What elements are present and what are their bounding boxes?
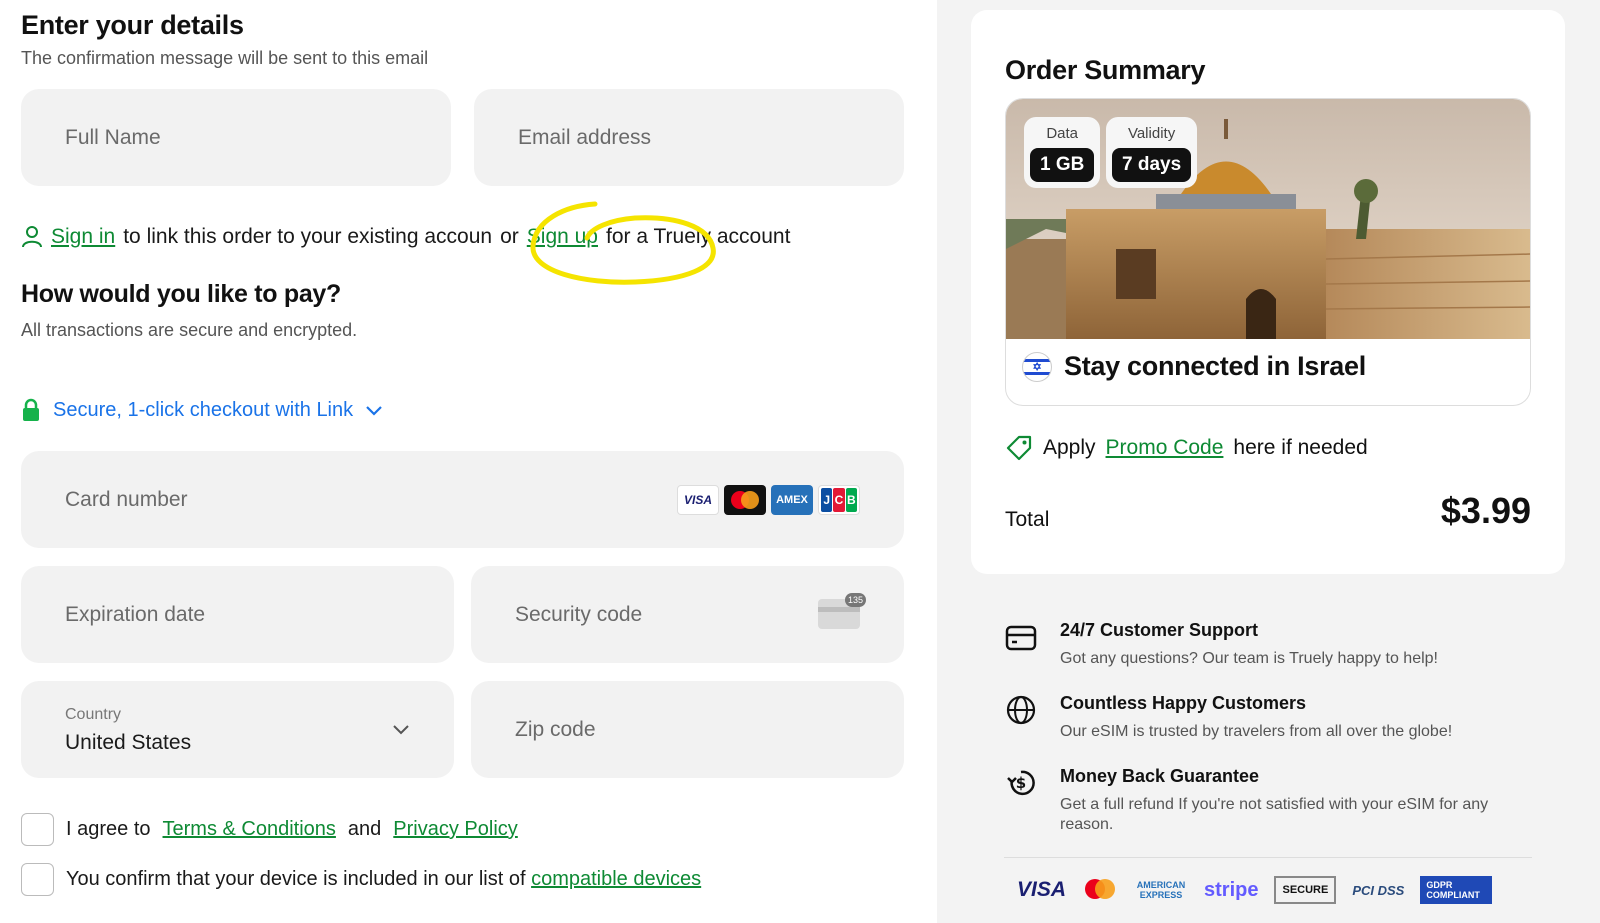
plan-card: Data 1 GB Validity 7 days ✡ Stay connect… [1005, 98, 1531, 406]
sign-in-text: to link this order to your existing acco… [123, 225, 493, 248]
terms-consent-row: I agree to Terms & Conditions and Privac… [21, 813, 518, 846]
promo-row: Apply Promo Code here if needed [1005, 434, 1368, 462]
mastercard-logo [724, 484, 766, 515]
payment-title: How would you like to pay? [21, 280, 341, 308]
link-checkout-toggle[interactable]: Secure, 1-click checkout with Link [21, 398, 383, 422]
terms-link[interactable]: Terms & Conditions [163, 818, 336, 841]
security-code-placeholder: Security code [515, 602, 643, 626]
visa-logo: VISA [677, 484, 719, 515]
or-text: or [500, 225, 519, 248]
divider [1004, 857, 1532, 858]
data-value: 1 GB [1030, 148, 1095, 182]
amex-badge: AMERICAN EXPRESS [1136, 880, 1186, 900]
perk-title: 24/7 Customer Support [1060, 620, 1259, 640]
zip-code-placeholder: Zip code [515, 717, 596, 741]
country-value: United States [65, 731, 192, 754]
perk-title: Money Back Guarantee [1060, 766, 1260, 786]
checkout-form: Enter your details The confirmation mess… [0, 0, 937, 923]
lock-icon [23, 398, 39, 421]
terms-checkbox[interactable] [21, 813, 54, 846]
chevron-down-icon [393, 725, 409, 735]
card-number-field[interactable]: Card number VISA AMEX J C B [21, 451, 904, 548]
link-checkout-label: Secure, 1-click checkout with Link [53, 398, 354, 421]
secure-badge: SECURE [1274, 876, 1337, 904]
validity-chip: Validity 7 days [1106, 117, 1198, 188]
cvc-card-icon: 135 [818, 593, 866, 629]
perk-support: 24/7 Customer Support Got any questions?… [1004, 620, 1505, 669]
plan-caption: ✡ Stay connected in Israel [1022, 351, 1366, 382]
card-number-placeholder: Card number [65, 487, 188, 511]
full-name-placeholder: Full Name [65, 125, 161, 149]
perk-desc: Got any questions? Our team is Truely ha… [1060, 650, 1438, 667]
data-label: Data [1046, 125, 1079, 142]
plan-caption-text: Stay connected in Israel [1064, 351, 1366, 381]
country-select[interactable]: Country United States [21, 681, 454, 778]
highlight-circle-annotation [530, 201, 716, 285]
country-label: Country [65, 706, 122, 723]
perk-customers: Countless Happy Customers Our eSIM is tr… [1004, 693, 1505, 742]
compatible-devices-link[interactable]: compatible devices [531, 868, 701, 890]
cvc-hint: 135 [844, 593, 866, 607]
details-title: Enter your details [21, 10, 244, 40]
globe-icon [1006, 695, 1036, 725]
promo-code-link[interactable]: Promo Code [1106, 436, 1224, 460]
visa-badge: VISA [1017, 878, 1067, 901]
israel-flag-icon: ✡ [1022, 351, 1052, 382]
email-field[interactable]: Email address [474, 89, 904, 186]
total-label: Total [1005, 508, 1050, 531]
privacy-link[interactable]: Privacy Policy [393, 818, 517, 841]
order-summary-card: Order Summary Data 1 GB Validity 7 days … [971, 10, 1565, 574]
chevron-down-icon [366, 406, 382, 416]
user-icon [22, 226, 42, 248]
gdpr-badge: GDPR COMPLIANT [1420, 876, 1493, 904]
total-value: $3.99 [1440, 490, 1531, 531]
mastercard-badge [1082, 876, 1118, 904]
validity-value: 7 days [1112, 148, 1192, 182]
pci-dss-badge: PCI DSS [1352, 882, 1405, 898]
data-chip: Data 1 GB [1024, 117, 1101, 188]
amex-logo: AMEX [771, 484, 813, 515]
sign-in-link[interactable]: Sign in [51, 225, 115, 249]
details-subtitle: The confirmation message will be sent to… [21, 48, 429, 68]
validity-label: Validity [1127, 125, 1176, 142]
payment-subtitle: All transactions are secure and encrypte… [21, 320, 358, 340]
security-code-field[interactable]: Security code 135 [471, 566, 904, 663]
order-summary-title: Order Summary [1005, 55, 1206, 85]
svg-text:$: $ [1016, 774, 1026, 792]
device-consent-row: You confirm that your device is included… [21, 863, 701, 896]
promo-prefix: Apply [1043, 436, 1096, 459]
full-name-field[interactable]: Full Name [21, 89, 451, 186]
perk-guarantee: $ Money Back Guarantee Get a full refund… [1004, 766, 1505, 835]
expiration-placeholder: Expiration date [65, 602, 206, 626]
zip-code-field[interactable]: Zip code [471, 681, 904, 778]
device-checkbox[interactable] [21, 863, 54, 896]
agree-text: I agree to [66, 818, 151, 840]
perk-title: Countless Happy Customers [1060, 693, 1307, 713]
perk-desc: Get a full refund If you're not satisfie… [1060, 796, 1489, 833]
promo-suffix: here if needed [1233, 436, 1368, 459]
expiration-field[interactable]: Expiration date [21, 566, 454, 663]
jcb-logo: J C B [818, 484, 860, 515]
card-brands: VISA AMEX J C B [677, 484, 860, 515]
money-back-icon: $ [1007, 770, 1035, 796]
support-card-icon [1005, 625, 1037, 651]
summary-panel: Order Summary Data 1 GB Validity 7 days … [937, 0, 1600, 923]
device-text: You confirm that your device is included… [66, 868, 702, 890]
stripe-badge: stripe [1204, 878, 1259, 901]
trust-badges: VISA AMERICAN EXPRESS stripe SECURE PCI … [1017, 876, 1493, 904]
email-placeholder: Email address [518, 125, 652, 149]
perk-desc: Our eSIM is trusted by travelers from al… [1060, 723, 1453, 740]
tag-icon [1006, 435, 1032, 461]
and-text: and [347, 818, 382, 840]
